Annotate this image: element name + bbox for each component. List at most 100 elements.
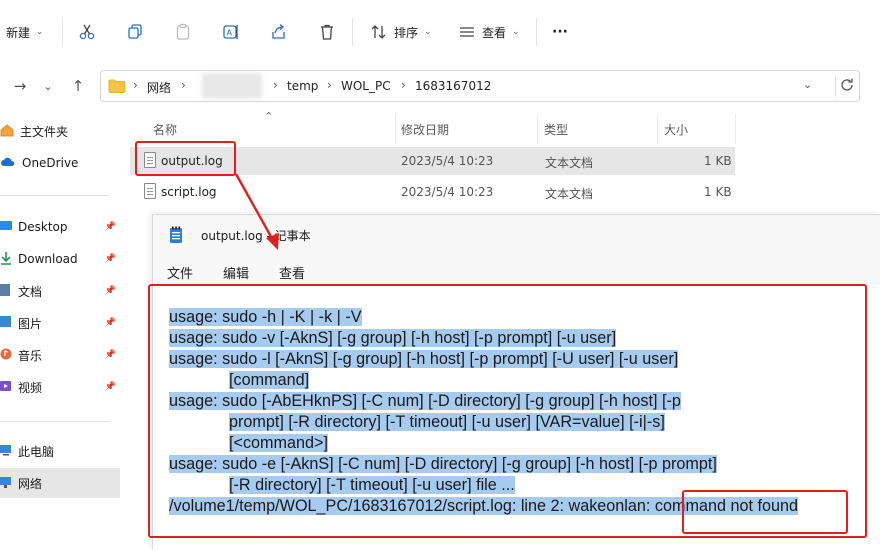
sidebar-item-label: 音乐	[18, 348, 43, 363]
file-date: 2023/5/4 10:23	[401, 154, 494, 168]
copy-button[interactable]	[126, 20, 144, 44]
trash-icon	[318, 23, 336, 41]
pin-icon: 📌	[104, 286, 116, 296]
sidebar-item-documents[interactable]: 文档 📌	[0, 276, 120, 306]
forward-arrow-icon[interactable]: →	[10, 76, 30, 96]
callout-arrow	[234, 173, 279, 250]
sidebar-item-label: 主文件夹	[20, 124, 69, 139]
sidebar-item-label: 网络	[18, 476, 43, 491]
up-arrow-icon[interactable]: ↑	[68, 76, 88, 96]
chevron-right-icon: ›	[273, 78, 278, 92]
pin-icon: 📌	[104, 318, 116, 328]
chevron-down-icon: ⌄	[512, 27, 520, 37]
sidebar-item-desktop[interactable]: Desktop 📌	[0, 212, 120, 242]
file-date: 2023/5/4 10:23	[401, 185, 494, 199]
music-icon	[0, 347, 12, 364]
breadcrumb-item[interactable]: 1683167012	[415, 79, 491, 93]
text-file-icon	[144, 183, 156, 199]
sidebar-item-label: OneDrive	[22, 156, 79, 170]
sidebar-divider	[0, 421, 110, 422]
pin-icon: 📌	[104, 350, 116, 360]
column-divider	[657, 114, 658, 144]
sidebar-item-this-pc[interactable]: 此电脑	[0, 436, 120, 466]
file-size: 1 KB	[704, 185, 732, 199]
chevron-right-icon: ›	[327, 78, 332, 92]
chevron-right-icon: ›	[401, 78, 406, 92]
sidebar-item-pictures[interactable]: 图片 📌	[0, 308, 120, 338]
clipboard-icon	[174, 23, 192, 41]
copy-icon	[126, 23, 144, 41]
desktop-icon	[0, 219, 12, 236]
delete-button[interactable]	[318, 20, 336, 44]
sidebar-item-label: 文档	[18, 284, 43, 299]
column-header-name[interactable]: 名称	[153, 121, 177, 138]
file-size: 1 KB	[704, 154, 732, 168]
sidebar-item-music[interactable]: 音乐 📌	[0, 340, 120, 370]
svg-text:A: A	[227, 29, 233, 38]
redacted-segment	[202, 73, 262, 99]
toolbar-divider	[352, 18, 353, 46]
sort-label: 排序	[394, 25, 419, 40]
paste-button[interactable]	[174, 20, 192, 44]
chevron-right-icon: ›	[181, 78, 186, 92]
sidebar-divider	[0, 195, 110, 196]
sidebar-item-label: 此电脑	[18, 444, 55, 459]
sidebar-item-label: Download	[18, 252, 78, 266]
pin-icon: 📌	[104, 382, 116, 392]
scissors-icon	[78, 23, 96, 41]
column-header-size[interactable]: 大小	[664, 121, 688, 138]
view-button[interactable]: 查看 ⌄	[458, 20, 520, 44]
sort-button[interactable]: 排序 ⌄	[370, 20, 432, 44]
pictures-icon	[0, 315, 12, 332]
more-icon: ···	[552, 24, 568, 40]
breadcrumb-item[interactable]: 网络	[147, 79, 171, 96]
cut-button[interactable]	[78, 20, 96, 44]
command-bar: 新建 ⌄ A 排序 ⌄ 查看 ⌄ ···	[0, 0, 880, 62]
refresh-icon[interactable]	[837, 75, 857, 98]
rename-icon: A	[222, 23, 240, 41]
sidebar-item-onedrive[interactable]: OneDrive	[0, 148, 120, 178]
menu-file[interactable]: 文件	[167, 263, 193, 282]
file-type: 文本文档	[545, 187, 594, 201]
share-button[interactable]	[270, 20, 288, 44]
rename-button[interactable]: A	[222, 20, 240, 44]
column-header-type[interactable]: 类型	[544, 121, 568, 138]
menu-view[interactable]: 查看	[279, 263, 305, 282]
chevron-right-icon: ›	[133, 78, 138, 92]
more-options-button[interactable]: ···	[552, 20, 568, 44]
sidebar-item-label: 图片	[18, 316, 43, 331]
toolbar-divider	[536, 18, 537, 46]
toolbar-divider	[62, 18, 63, 46]
sidebar-item-home[interactable]: 主文件夹	[0, 116, 120, 146]
menu-edit[interactable]: 编辑	[223, 263, 249, 282]
sort-ascending-icon: ⌃	[264, 110, 274, 123]
new-label: 新建	[6, 25, 31, 40]
sidebar-item-label: 视频	[18, 380, 43, 395]
notepad-icon	[169, 226, 183, 247]
download-icon	[0, 251, 12, 268]
list-view-icon	[458, 23, 476, 41]
share-icon	[270, 23, 288, 41]
sidebar-item-downloads[interactable]: Download 📌	[0, 244, 120, 274]
column-divider	[395, 114, 396, 144]
address-divider	[835, 77, 836, 97]
file-name: script.log	[161, 185, 217, 199]
address-dropdown-icon[interactable]: ⌄	[803, 78, 812, 91]
folder-icon	[108, 78, 126, 97]
sidebar-item-videos[interactable]: 视频 📌	[0, 372, 120, 402]
column-header-date[interactable]: 修改日期	[401, 121, 449, 138]
video-icon	[0, 379, 12, 396]
file-row[interactable]: script.log 2023/5/4 10:23 文本文档 1 KB	[130, 178, 735, 206]
view-label: 查看	[482, 25, 507, 40]
callout-box-output-log	[135, 141, 236, 176]
callout-box-command-not-found	[682, 490, 848, 534]
cloud-icon	[0, 156, 16, 171]
sort-icon	[370, 23, 388, 41]
breadcrumb-item[interactable]: temp	[287, 79, 318, 93]
computer-icon	[0, 443, 12, 460]
documents-icon	[0, 283, 12, 300]
sidebar-item-network[interactable]: 网络	[0, 468, 120, 498]
breadcrumb-item[interactable]: WOL_PC	[341, 79, 391, 93]
new-button[interactable]: 新建 ⌄	[6, 20, 44, 44]
recent-locations-icon[interactable]: ⌄	[38, 76, 58, 96]
